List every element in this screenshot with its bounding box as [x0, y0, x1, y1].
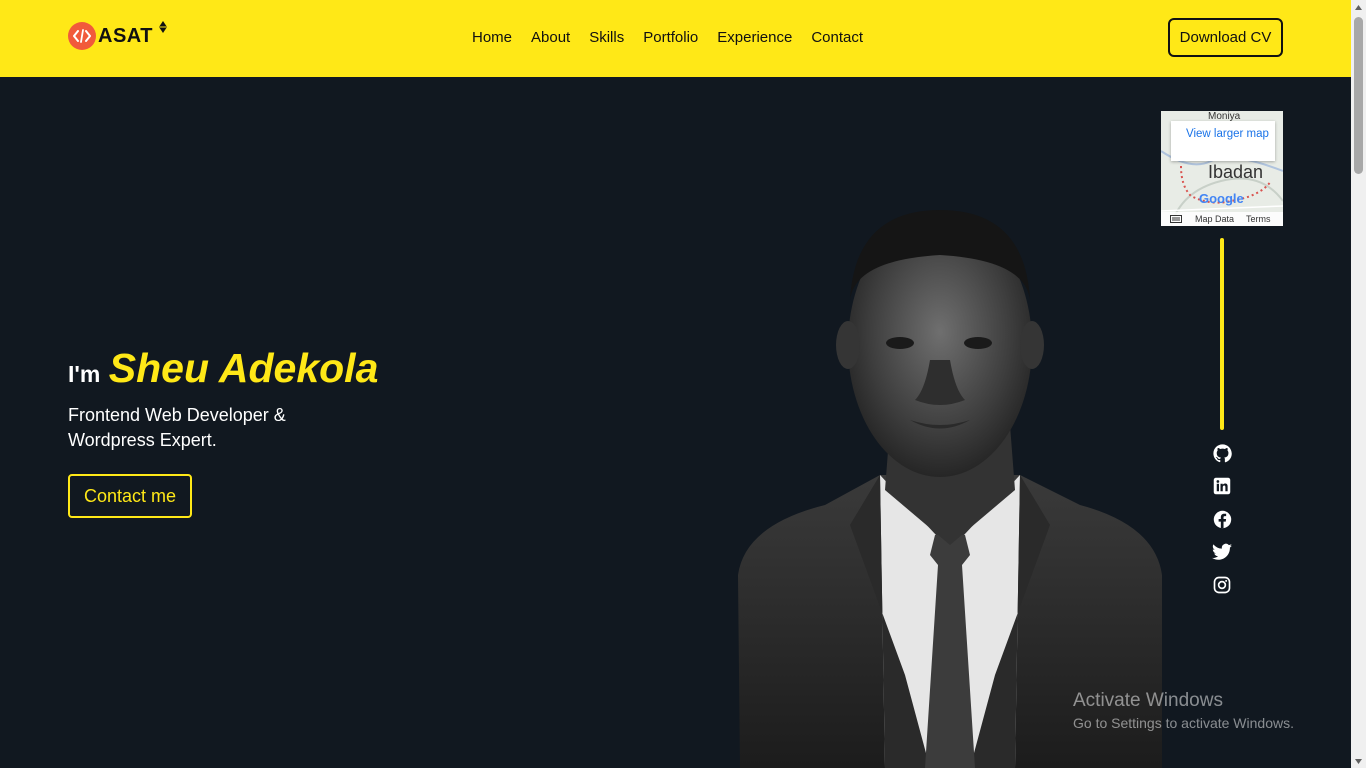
twitter-icon[interactable]	[1212, 542, 1232, 562]
view-larger-map-link[interactable]: View larger map	[1171, 121, 1275, 161]
github-icon[interactable]	[1212, 443, 1232, 463]
nav-experience[interactable]: Experience	[717, 29, 792, 46]
activate-windows-subtitle: Go to Settings to activate Windows.	[1073, 715, 1294, 731]
instagram-icon[interactable]	[1212, 575, 1232, 595]
code-brackets-icon	[68, 22, 96, 50]
portrait-photo	[738, 210, 1162, 768]
google-logo-text: Google	[1199, 191, 1244, 206]
hero-name: Sheu Adekola	[108, 345, 379, 391]
hero-greeting: I'm	[68, 361, 101, 387]
scrollbar-thumb[interactable]	[1354, 17, 1363, 174]
hero-role: Frontend Web Developer & Wordpress Exper…	[68, 403, 328, 453]
diamond-icon	[159, 20, 167, 38]
map-provider-logo: Google	[1199, 191, 1244, 206]
map-data-link[interactable]: Map Data	[1195, 214, 1234, 224]
scroll-down-arrow-icon[interactable]	[1351, 754, 1366, 768]
map-footer: Map Data Terms	[1161, 212, 1283, 226]
vertical-scrollbar[interactable]	[1351, 0, 1366, 768]
nav-skills[interactable]: Skills	[589, 29, 624, 46]
brand-name: ASAT	[98, 24, 153, 47]
hero-role-line: Wordpress Expert.	[68, 430, 217, 450]
site-logo[interactable]: ASAT	[68, 21, 167, 50]
nav-about[interactable]: About	[531, 29, 570, 46]
linkedin-icon[interactable]	[1212, 476, 1232, 496]
hero-heading: I'm Sheu Adekola	[68, 345, 378, 392]
site-header: ASAT Home About Skills Portfolio Experie…	[0, 0, 1351, 77]
nav-portfolio[interactable]: Portfolio	[643, 29, 698, 46]
scroll-up-arrow-icon[interactable]	[1351, 0, 1366, 14]
social-divider	[1220, 238, 1224, 430]
nav-home[interactable]: Home	[472, 29, 512, 46]
map-terms-link[interactable]: Terms	[1246, 214, 1271, 224]
contact-me-button[interactable]: Contact me	[68, 474, 192, 518]
download-cv-button[interactable]: Download CV	[1168, 18, 1283, 57]
keyboard-icon[interactable]	[1161, 215, 1191, 223]
activate-windows-title: Activate Windows	[1073, 690, 1223, 711]
nav-contact[interactable]: Contact	[811, 29, 863, 46]
map-label-city: Ibadan	[1208, 162, 1264, 182]
main-nav: Home About Skills Portfolio Experience C…	[472, 29, 863, 46]
hero-role-line: Frontend Web Developer &	[68, 405, 286, 425]
location-map[interactable]: Moniya View larger map Ibadan Google Map…	[1161, 111, 1283, 226]
facebook-icon[interactable]	[1212, 509, 1232, 529]
